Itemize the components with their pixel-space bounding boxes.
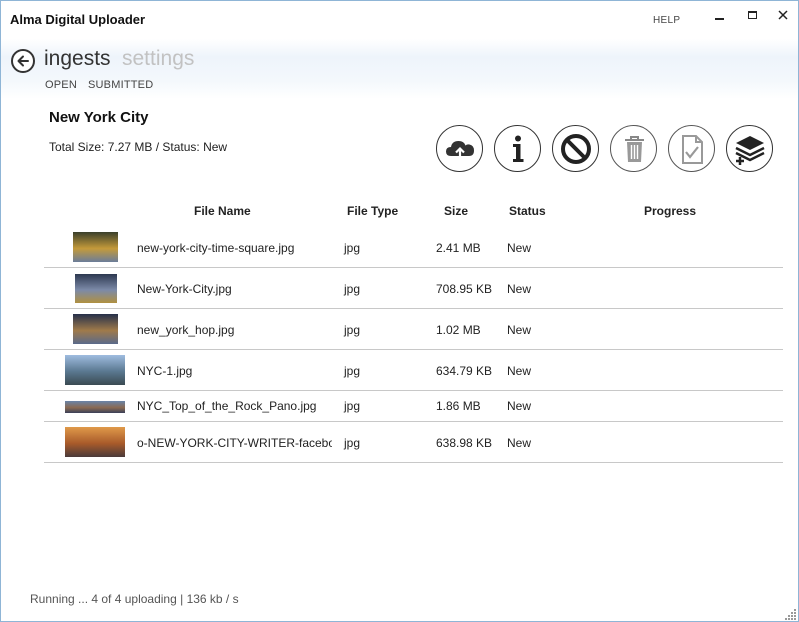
table-row[interactable]: o-NEW-YORK-CITY-WRITER-facebook.jpg jpg … — [44, 422, 783, 463]
document-check-icon — [682, 135, 703, 164]
file-size: 634.79 KB — [436, 364, 493, 378]
file-name: o-NEW-YORK-CITY-WRITER-facebook.jpg — [137, 436, 332, 450]
trash-icon — [625, 136, 644, 162]
file-thumbnail — [65, 427, 125, 457]
file-size: 1.86 MB — [436, 399, 481, 413]
file-status: New — [507, 282, 532, 296]
close-icon — [778, 10, 788, 20]
maximize-icon — [747, 11, 757, 19]
file-status: New — [507, 241, 532, 255]
cancel-icon — [561, 134, 591, 164]
title-bar: Alma Digital Uploader HELP — [1, 1, 798, 39]
table-row[interactable]: New-York-City.jpg jpg 708.95 KB New — [44, 268, 783, 309]
file-size: 638.98 KB — [436, 436, 493, 450]
file-status: New — [507, 364, 532, 378]
file-size: 708.95 KB — [436, 282, 493, 296]
minimize-icon — [714, 18, 724, 20]
maximize-button[interactable] — [742, 7, 762, 25]
minimize-button[interactable] — [709, 7, 729, 25]
table-row[interactable]: NYC_Top_of_the_Rock_Pano.jpg jpg 1.86 MB… — [44, 391, 783, 422]
upload-icon — [446, 141, 474, 159]
back-arrow-icon — [17, 55, 29, 67]
file-thumbnail — [73, 232, 118, 262]
resize-grip-icon[interactable] — [785, 608, 797, 620]
subtab-submitted[interactable]: SUBMITTED — [88, 79, 153, 91]
file-status: New — [507, 323, 532, 337]
column-header-size[interactable]: Size — [444, 204, 468, 218]
cancel-button[interactable] — [552, 125, 599, 172]
file-name: NYC_Top_of_the_Rock_Pano.jpg — [137, 399, 317, 413]
file-thumbnail — [75, 274, 117, 303]
tab-settings[interactable]: settings — [122, 47, 194, 71]
file-status: New — [507, 436, 532, 450]
file-type: jpg — [344, 323, 361, 337]
file-list: new-york-city-time-square.jpg jpg 2.41 M… — [44, 227, 783, 463]
file-size: 1.02 MB — [436, 323, 481, 337]
file-name: new_york_hop.jpg — [137, 323, 235, 337]
file-name: new-york-city-time-square.jpg — [137, 241, 295, 255]
tab-ingests[interactable]: ingests — [44, 47, 111, 71]
app-title: Alma Digital Uploader — [10, 12, 146, 27]
file-size: 2.41 MB — [436, 241, 481, 255]
file-status: New — [507, 399, 532, 413]
file-type: jpg — [344, 399, 361, 413]
layers-add-icon — [735, 136, 765, 165]
submit-button[interactable] — [668, 125, 715, 172]
file-thumbnail — [73, 314, 118, 344]
subtab-open[interactable]: OPEN — [45, 79, 77, 91]
app-window: Alma Digital Uploader HELP ingests setti… — [0, 0, 799, 622]
file-type: jpg — [344, 436, 361, 450]
file-thumbnail — [65, 401, 125, 413]
file-type: jpg — [344, 364, 361, 378]
help-link[interactable]: HELP — [653, 15, 680, 26]
close-button[interactable] — [773, 7, 793, 25]
set-summary: Total Size: 7.27 MB / Status: New — [49, 140, 228, 154]
status-bar: Running ... 4 of 4 uploading | 136 kb / … — [30, 592, 239, 606]
upload-button[interactable] — [436, 125, 483, 172]
column-header-status[interactable]: Status — [509, 204, 546, 218]
column-header-progress[interactable]: Progress — [644, 204, 696, 218]
file-name: NYC-1.jpg — [137, 364, 193, 378]
info-button[interactable] — [494, 125, 541, 172]
add-to-set-button[interactable] — [726, 125, 773, 172]
back-button[interactable] — [11, 49, 35, 73]
table-row[interactable]: new-york-city-time-square.jpg jpg 2.41 M… — [44, 227, 783, 268]
set-title: New York City — [49, 109, 149, 126]
table-row[interactable]: NYC-1.jpg jpg 634.79 KB New — [44, 350, 783, 391]
table-row[interactable]: new_york_hop.jpg jpg 1.02 MB New — [44, 309, 783, 350]
file-type: jpg — [344, 282, 361, 296]
info-icon — [513, 135, 524, 162]
file-type: jpg — [344, 241, 361, 255]
delete-button[interactable] — [610, 125, 657, 172]
file-thumbnail — [65, 355, 125, 385]
column-header-file-name[interactable]: File Name — [194, 204, 251, 218]
column-header-file-type[interactable]: File Type — [347, 204, 398, 218]
file-name: New-York-City.jpg — [137, 282, 232, 296]
